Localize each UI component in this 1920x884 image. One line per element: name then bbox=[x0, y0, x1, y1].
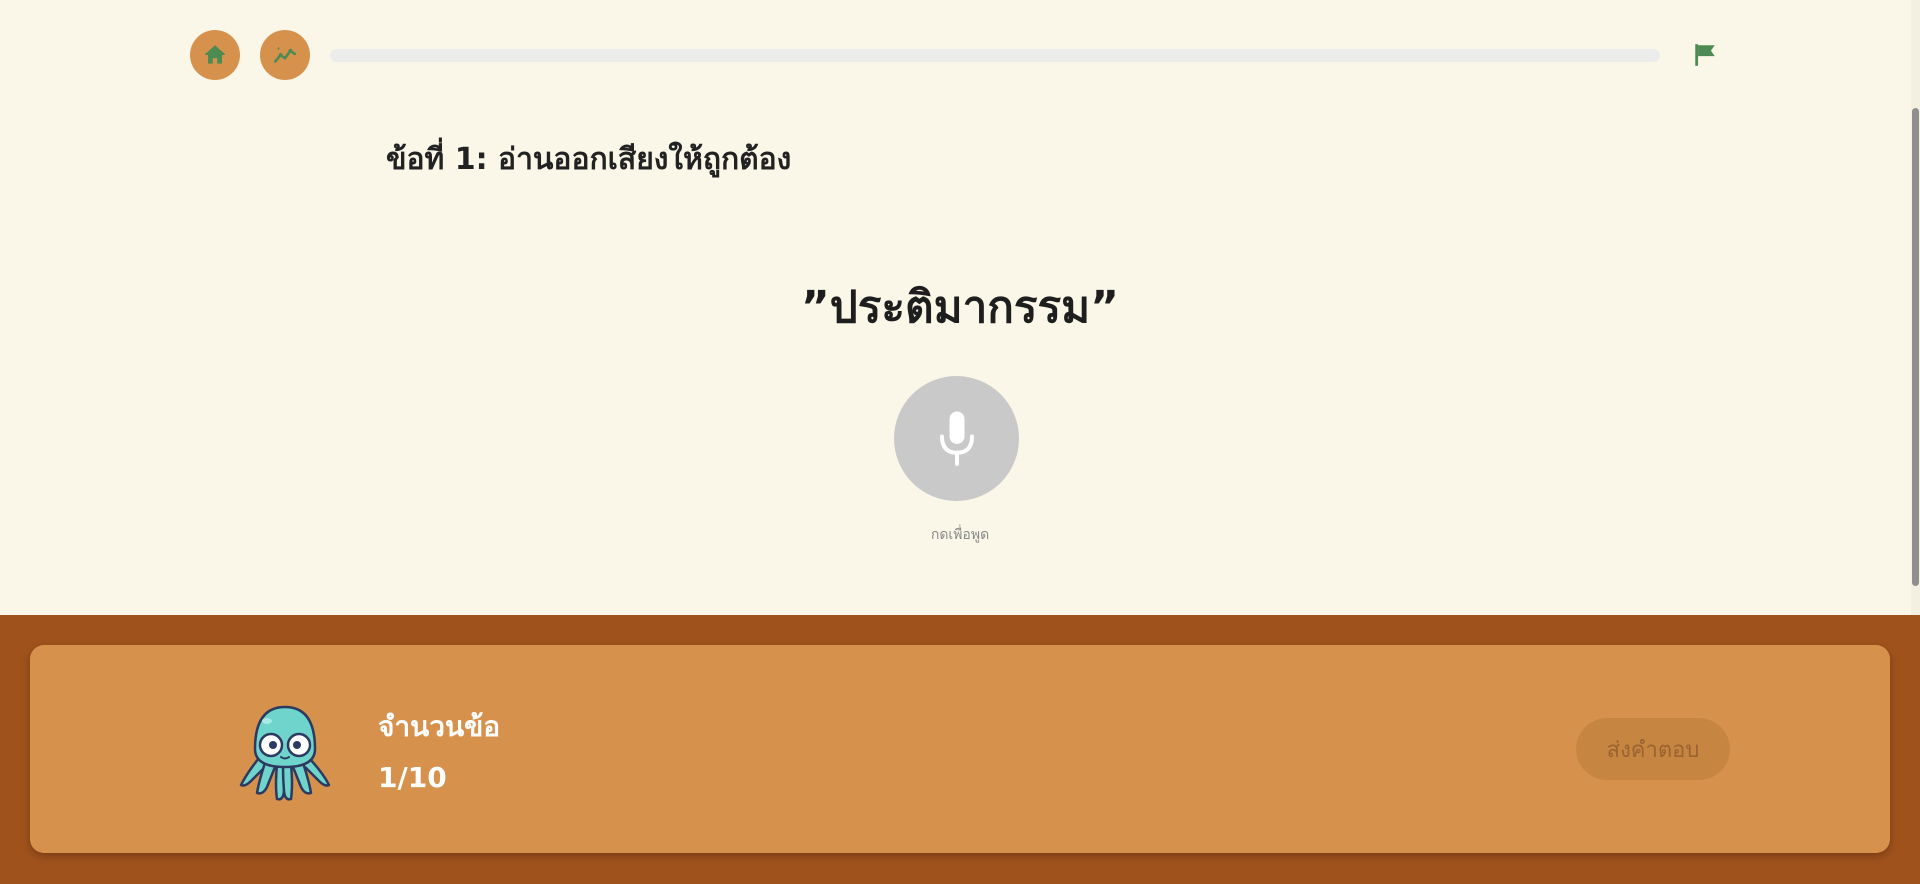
question-count-value: 1/10 bbox=[378, 761, 447, 794]
top-bar bbox=[190, 30, 1720, 80]
submit-answer-button[interactable]: ส่งคำตอบ bbox=[1576, 718, 1730, 780]
octopus-mascot bbox=[239, 705, 331, 801]
footer-card: จำนวนข้อ 1/10 ส่งคำตอบ bbox=[30, 645, 1890, 853]
question-title: ข้อที่ 1: อ่านออกเสียงให้ถูกต้อง bbox=[386, 142, 792, 177]
scrollbar-thumb[interactable] bbox=[1912, 108, 1919, 586]
stats-button[interactable] bbox=[260, 30, 310, 80]
stats-chart-icon bbox=[273, 46, 297, 63]
progress-bar bbox=[330, 49, 1660, 62]
home-icon bbox=[205, 45, 225, 64]
target-word: ”ประติมากรรม” bbox=[800, 282, 1120, 333]
microphone-icon bbox=[939, 411, 974, 466]
microphone-button[interactable] bbox=[894, 376, 1019, 501]
mic-hint: กดเพื่อพูด bbox=[930, 527, 990, 543]
flag-icon bbox=[1695, 44, 1715, 66]
question-count-label: จำนวนข้อ bbox=[378, 710, 501, 743]
home-button[interactable] bbox=[190, 30, 240, 80]
footer: จำนวนข้อ 1/10 ส่งคำตอบ bbox=[0, 615, 1920, 884]
